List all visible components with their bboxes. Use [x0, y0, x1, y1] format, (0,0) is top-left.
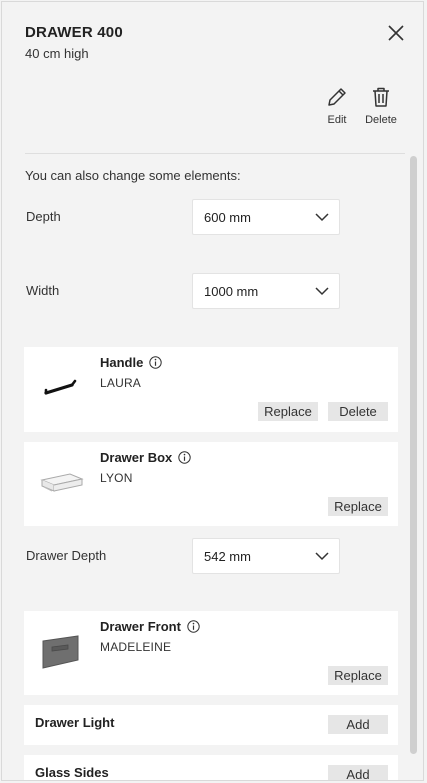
drawer-front-card: Drawer Front MADELEINE Replace [24, 611, 398, 695]
info-icon[interactable] [187, 620, 200, 633]
depth-label: Depth [26, 209, 61, 224]
width-select[interactable]: 1000 mm [192, 273, 340, 309]
info-icon[interactable] [178, 451, 191, 464]
drawer-light-card: Drawer Light Add [24, 705, 398, 745]
glass-sides-name: Glass Sides [35, 765, 109, 780]
width-value: 1000 mm [204, 284, 259, 299]
handle-replace-button[interactable]: Replace [258, 402, 318, 421]
handle-name: Handle [100, 355, 163, 370]
edit-label: Edit [327, 114, 347, 126]
delete-label: Delete [365, 114, 397, 126]
depth-select[interactable]: 600 mm [192, 199, 340, 235]
edit-button[interactable]: Edit [315, 86, 359, 126]
close-icon [388, 25, 404, 41]
delete-button[interactable]: Delete [359, 86, 403, 126]
drawer-depth-label: Drawer Depth [26, 548, 107, 563]
info-icon[interactable] [149, 356, 163, 369]
glass-sides-card: Glass Sides Add [24, 755, 398, 780]
panel-subtitle: 40 cm high [25, 46, 89, 61]
glass-sides-add-button[interactable]: Add [328, 765, 388, 780]
panel-title: DRAWER 400 [25, 24, 123, 41]
drawer-box-thumbnail [40, 473, 84, 492]
drawer-box-card: Drawer Box LYON Replace [24, 442, 398, 526]
close-button[interactable] [385, 22, 407, 44]
drawer-panel: DRAWER 400 40 cm high Edit Delete You ca… [1, 1, 424, 781]
chevron-down-icon [315, 552, 329, 561]
trash-icon [373, 87, 389, 107]
drawer-box-replace-button[interactable]: Replace [328, 497, 388, 516]
pencil-icon [328, 88, 346, 106]
handle-name-text: Handle [100, 355, 144, 370]
handle-delete-button[interactable]: Delete [328, 402, 388, 421]
drawer-front-model: MADELEINE [100, 640, 172, 654]
depth-value: 600 mm [204, 210, 251, 225]
drawer-front-name: Drawer Front [100, 619, 200, 634]
intro-text: You can also change some elements: [25, 168, 241, 183]
handle-model: LAURA [100, 376, 142, 390]
drawer-front-name-text: Drawer Front [100, 619, 181, 634]
drawer-box-name: Drawer Box [100, 450, 191, 465]
chevron-down-icon [315, 287, 329, 296]
scrollbar[interactable] [410, 156, 417, 754]
drawer-depth-value: 542 mm [204, 549, 251, 564]
drawer-light-add-button[interactable]: Add [328, 715, 388, 734]
drawer-depth-select[interactable]: 542 mm [192, 538, 340, 574]
drawer-front-thumbnail [42, 635, 79, 669]
options-scroll-area[interactable]: You can also change some elements: Depth… [2, 154, 423, 780]
handle-card: Handle LAURA Replace Delete [24, 347, 398, 432]
drawer-light-name: Drawer Light [35, 715, 115, 730]
drawer-box-name-text: Drawer Box [100, 450, 173, 465]
chevron-down-icon [315, 213, 329, 222]
handle-thumbnail [44, 379, 77, 395]
drawer-front-replace-button[interactable]: Replace [328, 666, 388, 685]
width-label: Width [26, 283, 60, 298]
drawer-box-model: LYON [100, 471, 133, 485]
